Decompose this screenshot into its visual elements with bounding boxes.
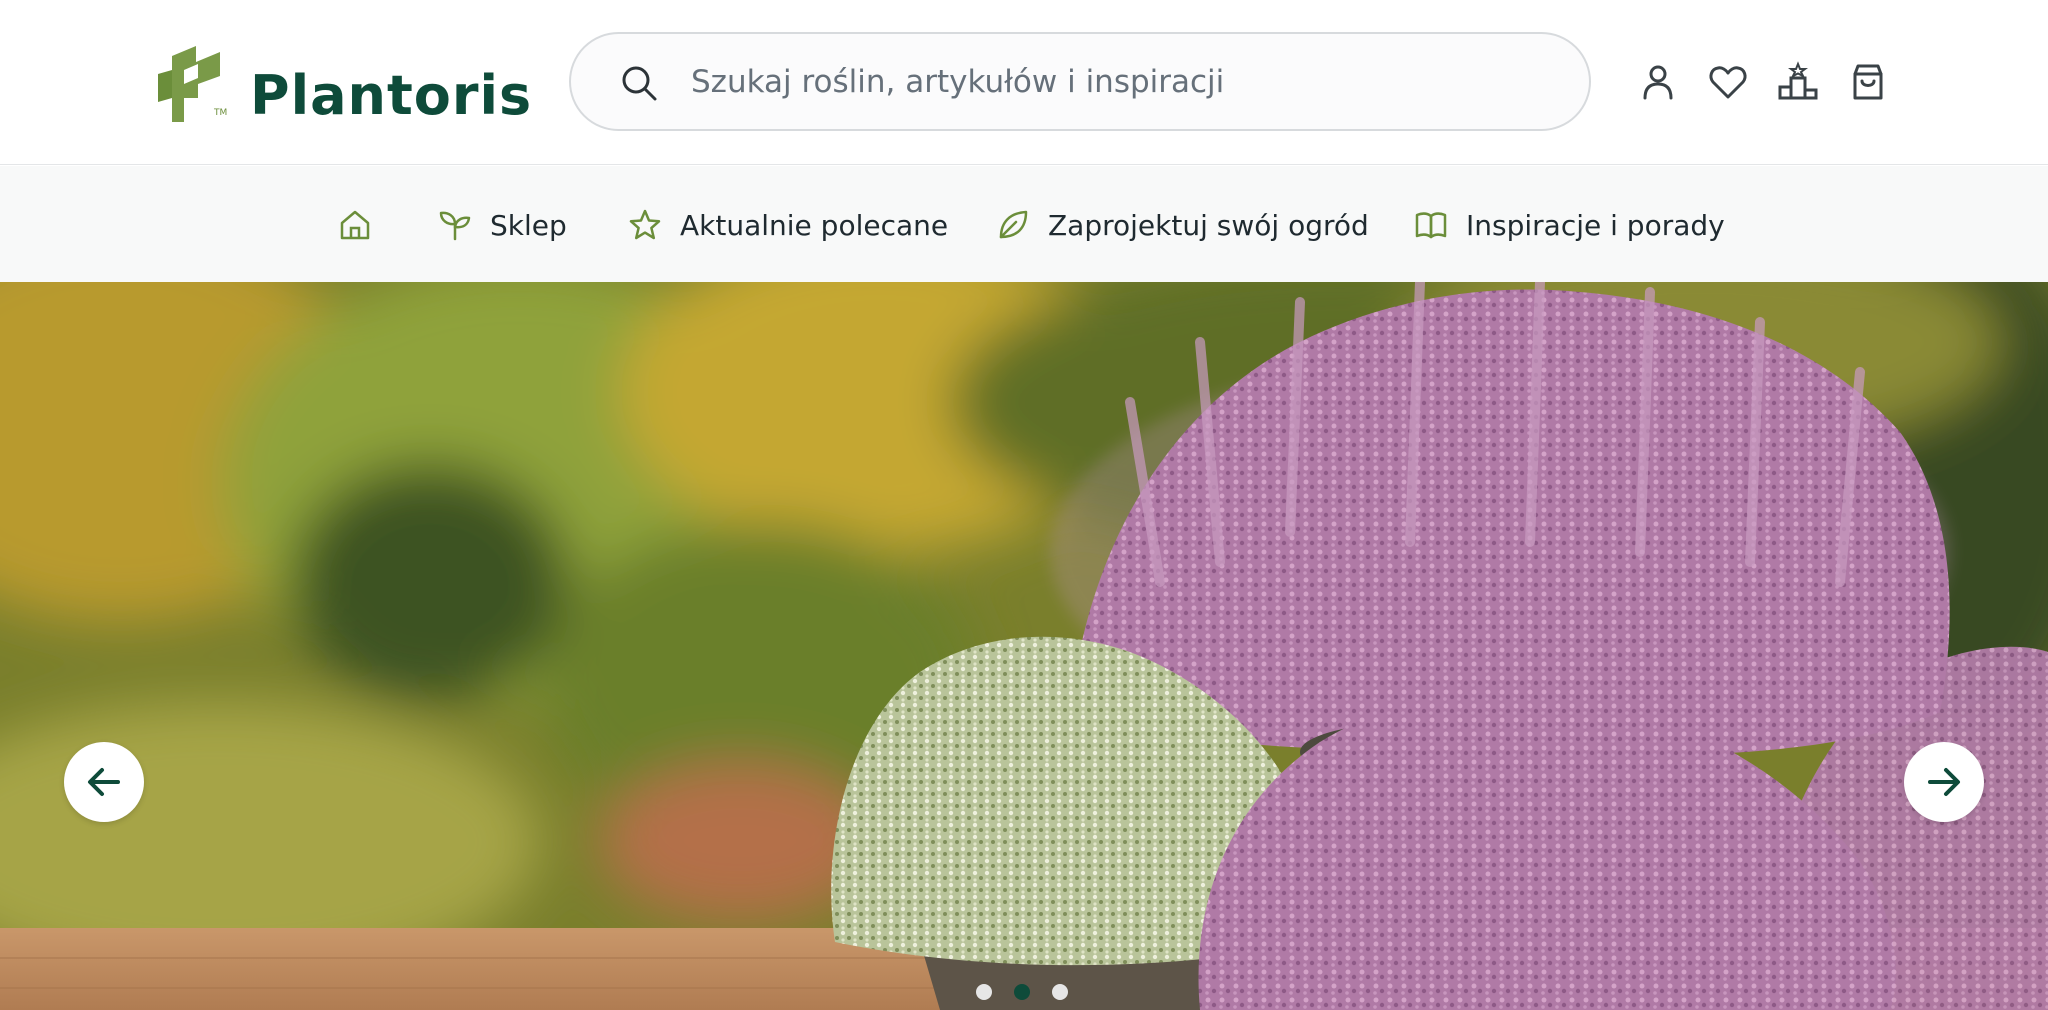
nav-label-shop: Sklep: [490, 208, 567, 242]
user-icon[interactable]: [1636, 60, 1680, 104]
main-navigation: Sklep Aktualnie polecane Zaprojektuj swó…: [0, 166, 2048, 282]
site-header: TM Plantoris: [0, 0, 2048, 165]
nav-label-inspirations: Inspiracje i porady: [1466, 208, 1725, 242]
heart-icon[interactable]: [1706, 60, 1750, 104]
header-actions: [1636, 60, 1896, 108]
shopping-bag-icon[interactable]: [1846, 60, 1890, 104]
nav-item-design-garden[interactable]: Zaprojektuj swój ogród: [996, 201, 1369, 249]
podium-icon[interactable]: [1776, 60, 1820, 104]
nav-item-home[interactable]: [338, 201, 390, 249]
nav-label-featured: Aktualnie polecane: [680, 208, 949, 242]
arrow-left-icon: [88, 768, 120, 796]
leaf-icon: [999, 210, 1028, 239]
carousel-prev-button[interactable]: [64, 742, 144, 822]
carousel-dot-1[interactable]: [976, 984, 992, 1000]
trademark: TM: [214, 108, 228, 118]
brand-name: Plantoris: [250, 64, 533, 127]
home-icon: [340, 210, 370, 240]
nav-item-inspirations[interactable]: Inspiracje i porady: [1414, 201, 1725, 249]
nav-label-design-garden: Zaprojektuj swój ogród: [1048, 208, 1369, 242]
brand-logo[interactable]: TM Plantoris: [158, 46, 531, 126]
sprout-icon: [439, 211, 471, 241]
carousel-next-button[interactable]: [1904, 742, 1984, 822]
book-icon: [1415, 212, 1447, 239]
hero-carousel: [0, 282, 2048, 1010]
hero-image: [0, 282, 2048, 1010]
carousel-dots: [976, 984, 1072, 1004]
search-bar[interactable]: [569, 32, 1591, 131]
carousel-dot-3[interactable]: [1052, 984, 1068, 1000]
search-input[interactable]: [689, 52, 1549, 112]
search-icon[interactable]: [619, 63, 659, 103]
nav-item-shop[interactable]: Sklep: [438, 201, 567, 249]
carousel-dot-2[interactable]: [1014, 984, 1030, 1000]
star-icon: [629, 209, 661, 240]
nav-item-featured[interactable]: Aktualnie polecane: [628, 201, 948, 249]
arrow-right-icon: [1928, 768, 1960, 796]
